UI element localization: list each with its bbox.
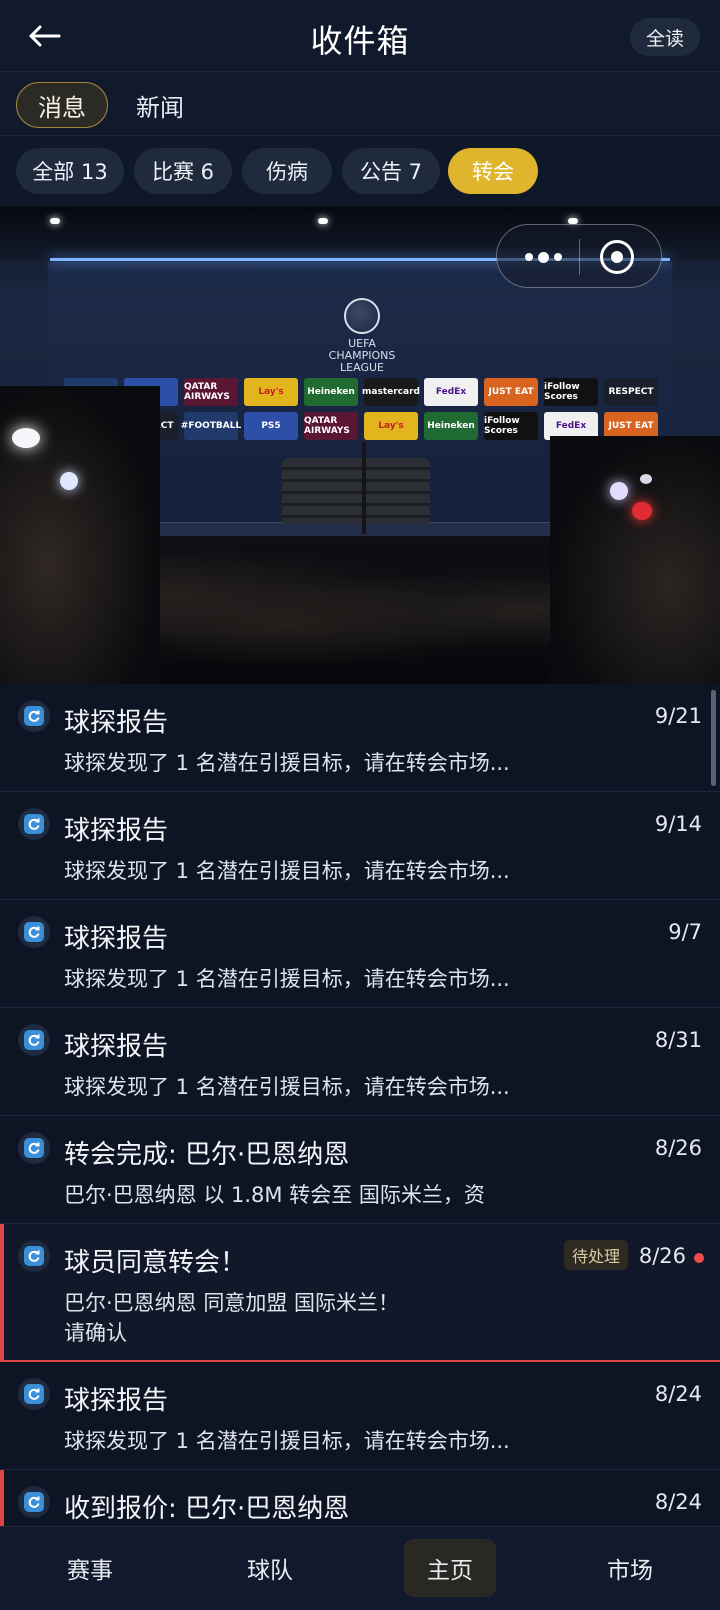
dot-icon [553, 253, 562, 261]
close-miniapp-button[interactable] [595, 237, 639, 277]
read-all-button[interactable]: 全读 [630, 18, 700, 56]
message-title: 球员同意转会！ [64, 1248, 247, 1278]
filter-injury[interactable]: 伤病 [242, 148, 332, 194]
message-item[interactable]: 球探报告 9/14 球探发现了 1 名潜在引援目标，请在转会市场... [0, 792, 720, 900]
sponsor-logo: #FOOTBALL [181, 412, 241, 440]
message-preview: 巴尔·巴恩纳恩 以 1.8M 转会至 国际米兰，资 [64, 1183, 485, 1207]
message-preview-line: 请确认 [64, 1321, 127, 1345]
message-title: 收到报价: 巴尔·巴恩纳恩 [64, 1494, 350, 1524]
starball-icon [344, 298, 380, 334]
message-date: 8/31 [654, 1028, 702, 1052]
sponsor-logo: Heineken [424, 412, 478, 440]
message-title: 球探报告 [64, 1032, 169, 1062]
refresh-icon [18, 916, 50, 948]
microphone [362, 442, 366, 534]
camera-flash [60, 472, 78, 490]
unread-dot [694, 1253, 704, 1263]
list-scrollbar[interactable] [711, 690, 716, 786]
message-title: 球探报告 [64, 708, 169, 738]
sponsor-logo: PS5 [244, 412, 298, 440]
filter-announcement[interactable]: 公告 7 [342, 148, 440, 194]
sponsor-logo: QATAR AIRWAYS [304, 412, 358, 440]
refresh-icon [18, 1132, 50, 1164]
camera-flash [632, 502, 652, 520]
chair [282, 458, 430, 524]
message-title: 球探报告 [64, 1386, 169, 1416]
target-icon [600, 240, 634, 274]
tab-messages[interactable]: 消息 [16, 82, 108, 128]
sponsor-logo: QATAR AIRWAYS [184, 378, 238, 406]
sponsor-logo: RESPECT [604, 378, 658, 406]
message-item-action-required[interactable]: 球员同意转会！ 待处理 8/26 巴尔·巴恩纳恩 同意加盟 国际米兰！ 请确认 [0, 1224, 720, 1362]
message-item[interactable]: 转会完成: 巴尔·巴恩纳恩 8/26 巴尔·巴恩纳恩 以 1.8M 转会至 国际… [0, 1116, 720, 1224]
ceiling-light [318, 218, 328, 224]
message-preview: 球探发现了 1 名潜在引援目标，请在转会市场... [64, 751, 510, 775]
refresh-icon [18, 1378, 50, 1410]
refresh-icon [18, 1024, 50, 1056]
top-bar: 收件箱 全读 [0, 0, 720, 72]
message-preview: 巴尔·巴恩纳恩 同意加盟 国际米兰！ 请确认 [64, 1288, 399, 1348]
refresh-icon [18, 808, 50, 840]
dot-icon [524, 253, 533, 261]
message-date: 8/24 [654, 1490, 702, 1514]
refresh-icon [18, 1486, 50, 1518]
ceiling-light [50, 218, 60, 224]
nav-market[interactable]: 市场 [584, 1539, 676, 1597]
message-title: 球探报告 [64, 816, 169, 846]
pending-badge: 待处理 [563, 1240, 628, 1270]
filter-bar: 全部 13 比赛 6 伤病 公告 7 转会 [0, 136, 720, 206]
message-date: 9/14 [654, 812, 702, 836]
sponsor-logo: iFollow Scores [484, 412, 538, 440]
page-title: 收件箱 [310, 22, 410, 60]
champions-league-logo: UEFA CHAMPIONS LEAGUE [320, 298, 404, 374]
tab-news[interactable]: 新闻 [120, 82, 200, 128]
message-item[interactable]: 球探报告 8/31 球探发现了 1 名潜在引援目标，请在转会市场... [0, 1008, 720, 1116]
sponsor-logo: JUST EAT [484, 378, 538, 406]
message-date: 9/21 [654, 704, 702, 728]
message-item[interactable]: 球探报告 9/7 球探发现了 1 名潜在引援目标，请在转会市场... [0, 900, 720, 1008]
sponsor-logo: Lay's [364, 412, 418, 440]
miniapp-capsule [496, 224, 662, 288]
bottom-nav: 赛事 球队 主页 市场 [0, 1526, 720, 1610]
message-preview: 球探发现了 1 名潜在引援目标，请在转会市场... [64, 967, 510, 991]
filter-transfer[interactable]: 转会 [448, 148, 538, 194]
dot-icon [537, 251, 549, 263]
message-item[interactable]: 收到报价: 巴尔·巴恩纳恩 8/24 [0, 1470, 720, 1526]
sponsor-logo: Lay's [244, 378, 298, 406]
refresh-icon [18, 1240, 50, 1272]
message-preview-line: 巴尔·巴恩纳恩 同意加盟 国际米兰！ [64, 1291, 400, 1315]
logo-text: UEFA CHAMPIONS LEAGUE [328, 337, 396, 374]
sponsor-logo: FedEx [424, 378, 478, 406]
refresh-icon [18, 700, 50, 732]
capsule-divider [579, 239, 580, 275]
sponsor-logo: mastercard [362, 378, 420, 406]
message-date: 8/24 [654, 1382, 702, 1406]
message-date: 9/7 [668, 920, 702, 944]
camera-flash [640, 474, 652, 484]
message-title: 转会完成: 巴尔·巴恩纳恩 [64, 1140, 350, 1170]
nav-home[interactable]: 主页 [404, 1539, 496, 1597]
filter-match[interactable]: 比赛 6 [134, 148, 232, 194]
message-preview: 球探发现了 1 名潜在引援目标，请在转会市场... [64, 859, 510, 883]
filter-all[interactable]: 全部 13 [16, 148, 124, 194]
message-date: 8/26 [654, 1136, 702, 1160]
photographers-right [550, 436, 720, 684]
message-date: 8/26 [638, 1244, 686, 1268]
message-list[interactable]: 球探报告 9/21 球探发现了 1 名潜在引援目标，请在转会市场... 球探报告… [0, 684, 720, 1526]
message-title: 球探报告 [64, 924, 169, 954]
camera-flash [12, 428, 40, 448]
sponsor-logo: Heineken [304, 378, 358, 406]
nav-team[interactable]: 球队 [224, 1539, 316, 1597]
nav-events[interactable]: 赛事 [44, 1539, 136, 1597]
more-button[interactable] [513, 237, 573, 277]
message-item[interactable]: 球探报告 9/21 球探发现了 1 名潜在引援目标，请在转会市场... [0, 684, 720, 792]
message-preview: 球探发现了 1 名潜在引援目标，请在转会市场... [64, 1075, 510, 1099]
camera-flash [610, 482, 628, 500]
message-preview: 球探发现了 1 名潜在引援目标，请在转会市场... [64, 1429, 510, 1453]
main-tab-bar: 消息 新闻 [0, 72, 720, 136]
sponsor-logo: iFollow Scores [544, 378, 598, 406]
message-item[interactable]: 球探报告 8/24 球探发现了 1 名潜在引援目标，请在转会市场... [0, 1362, 720, 1470]
